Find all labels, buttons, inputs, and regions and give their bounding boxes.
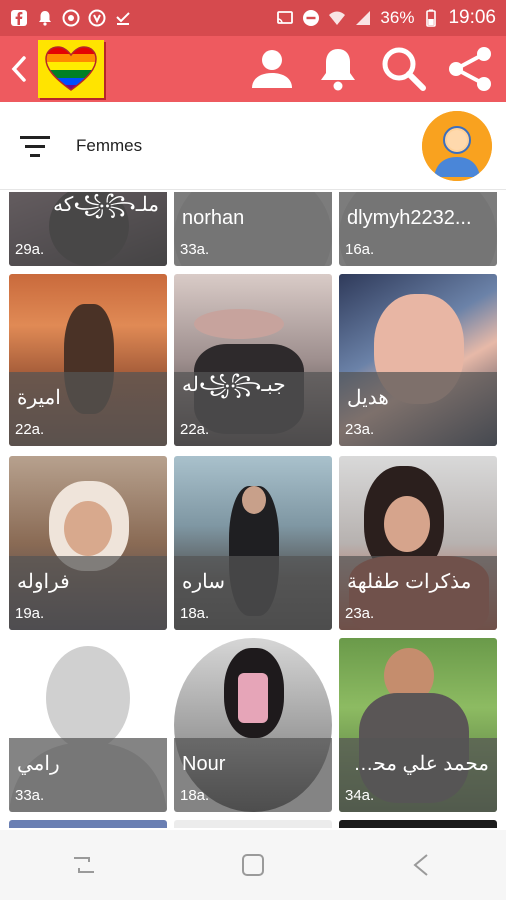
app-bar	[0, 36, 506, 102]
wifi-icon	[329, 11, 346, 25]
profile-card[interactable]: اميرة 22a.	[9, 274, 167, 446]
signal-icon	[356, 11, 371, 25]
filter-row: Femmes	[0, 102, 506, 190]
share-button[interactable]	[444, 43, 496, 95]
appbar-actions	[246, 43, 506, 95]
status-right: 36% 19:06	[276, 7, 496, 29]
profile-name: مذكرات طفلهة	[347, 571, 472, 593]
user-avatar[interactable]	[422, 110, 492, 181]
recents-icon	[74, 857, 95, 873]
profile-name: dlymyh2232...	[347, 207, 472, 229]
home-icon	[241, 854, 264, 876]
profile-card[interactable]: Nour 18a.	[174, 638, 332, 812]
profile-age: 34a.	[345, 787, 375, 804]
profile-button[interactable]	[246, 43, 298, 95]
profile-name: جبـ꧁꧂له	[182, 374, 286, 396]
filter-button[interactable]	[0, 102, 70, 190]
profile-age: 16a.	[345, 241, 375, 258]
profile-age: 29a.	[15, 241, 45, 258]
notifications-button[interactable]	[312, 43, 364, 95]
profile-name: رامي	[17, 753, 60, 775]
profile-card[interactable]: محمد علي محمـ... 34a.	[339, 638, 497, 812]
profile-name: ملـ꧁꧂كه	[53, 194, 159, 216]
home-button[interactable]	[223, 835, 283, 895]
back-button[interactable]	[0, 36, 38, 102]
profile-name: فراوله	[17, 571, 70, 593]
chrome-icon	[62, 9, 80, 27]
profile-card[interactable]: dlymyh2232... 16a.	[339, 192, 497, 266]
back-nav-button[interactable]	[392, 835, 452, 895]
profile-card-peek	[9, 820, 167, 828]
profile-age: 33a.	[180, 241, 210, 258]
profile-name: Nour	[182, 753, 226, 775]
status-left	[10, 9, 132, 27]
recents-button[interactable]	[54, 835, 114, 895]
clock: 19:06	[448, 7, 496, 28]
profile-age: 19a.	[15, 605, 45, 622]
share-icon	[449, 47, 491, 91]
profile-card[interactable]: norhan 33a.	[174, 192, 332, 266]
battery-percent: 36%	[380, 8, 415, 27]
status-bar: 36% 19:06	[0, 0, 506, 36]
facebook-icon	[11, 10, 27, 26]
profile-age: 22a.	[15, 421, 45, 438]
shield-icon	[88, 9, 106, 27]
profile-card[interactable]: جبـ꧁꧂له 22a.	[174, 274, 332, 446]
profile-card[interactable]: ملـ꧁꧂كه 29a.	[9, 192, 167, 266]
download-done-icon	[116, 12, 130, 25]
back-nav-icon	[413, 854, 428, 876]
profile-card[interactable]: ساره 18a.	[174, 456, 332, 630]
search-icon	[382, 47, 426, 91]
avatar-icon	[422, 110, 492, 181]
profile-card[interactable]: مذكرات طفلهة 23a.	[339, 456, 497, 630]
profile-name: محمد علي محمـ...	[347, 753, 489, 775]
notification-icon	[39, 11, 51, 26]
cast-icon	[277, 11, 294, 24]
system-nav-bar	[0, 830, 506, 900]
profile-age: 33a.	[15, 787, 45, 804]
bell-icon	[321, 49, 355, 91]
pride-heart-logo[interactable]	[38, 40, 104, 98]
profile-card-peek	[339, 820, 497, 828]
profile-card[interactable]: فراوله 19a.	[9, 456, 167, 630]
filter-label[interactable]: Femmes	[76, 136, 142, 156]
profile-card[interactable]: هديل 23a.	[339, 274, 497, 446]
profile-name: norhan	[182, 207, 245, 229]
profile-age: 23a.	[345, 605, 375, 622]
profile-age: 18a.	[180, 605, 210, 622]
profile-age: 18a.	[180, 787, 210, 804]
search-button[interactable]	[378, 43, 430, 95]
profile-name: اميرة	[17, 387, 61, 409]
back-icon	[11, 56, 26, 82]
profile-name: ساره	[182, 571, 225, 593]
profile-card-peek	[174, 820, 332, 828]
profile-name: هديل	[347, 387, 389, 409]
profile-icon	[252, 50, 292, 88]
filter-icon	[20, 135, 50, 157]
profile-age: 23a.	[345, 421, 375, 438]
do-not-disturb-icon	[303, 10, 320, 26]
profile-card[interactable]: رامي 33a.	[9, 638, 167, 812]
battery-icon	[426, 9, 437, 27]
profile-age: 22a.	[180, 421, 210, 438]
profile-grid: ملـ꧁꧂كه 29a. norhan 33a. dlymyh2232... 1…	[0, 192, 506, 828]
